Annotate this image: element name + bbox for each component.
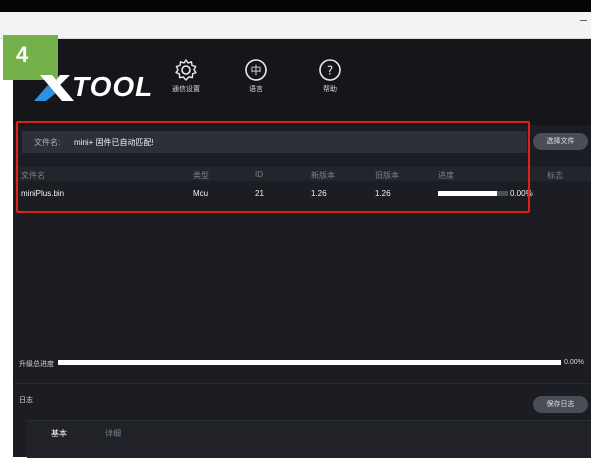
toolbar-help[interactable]: ? 帮助 xyxy=(300,58,360,94)
save-log-button[interactable]: 保存日志 xyxy=(533,396,588,413)
total-progress-bar xyxy=(58,360,561,365)
toolbar-comm-settings-label: 通信设置 xyxy=(172,86,200,93)
x-logo-icon xyxy=(34,75,74,101)
tab-detail[interactable]: 详细 xyxy=(105,428,121,439)
language-icon: 中 xyxy=(245,59,267,81)
log-label: 日志 xyxy=(19,397,33,404)
toolbar-language[interactable]: 中 语言 xyxy=(226,58,286,94)
col-header-flag: 标志 xyxy=(547,171,563,180)
log-section: 日志 xyxy=(15,383,591,416)
total-progress-text: 0.00% xyxy=(564,359,584,366)
gear-icon xyxy=(175,59,197,81)
toolbar-language-label: 语言 xyxy=(249,86,263,93)
help-icon: ? xyxy=(319,59,341,81)
select-file-button[interactable]: 选择文件 xyxy=(533,133,588,150)
total-progress-fill xyxy=(58,360,561,365)
log-tabs: 基本 详细 xyxy=(27,420,591,458)
highlight-box xyxy=(16,121,530,213)
xtool-logo: TOOL xyxy=(30,71,152,105)
toolbar-comm-settings[interactable]: 通信设置 xyxy=(156,58,216,94)
tab-basic[interactable]: 基本 xyxy=(51,428,67,439)
help-glyph: ? xyxy=(327,64,333,78)
minimize-icon[interactable] xyxy=(580,20,587,21)
window-titlebar xyxy=(0,12,591,39)
total-progress-label: 升级总进度 xyxy=(19,361,54,368)
logo-text: TOOL xyxy=(72,71,154,102)
toolbar-help-label: 帮助 xyxy=(323,86,337,93)
language-glyph: 中 xyxy=(251,64,262,77)
top-bezel xyxy=(0,0,591,12)
